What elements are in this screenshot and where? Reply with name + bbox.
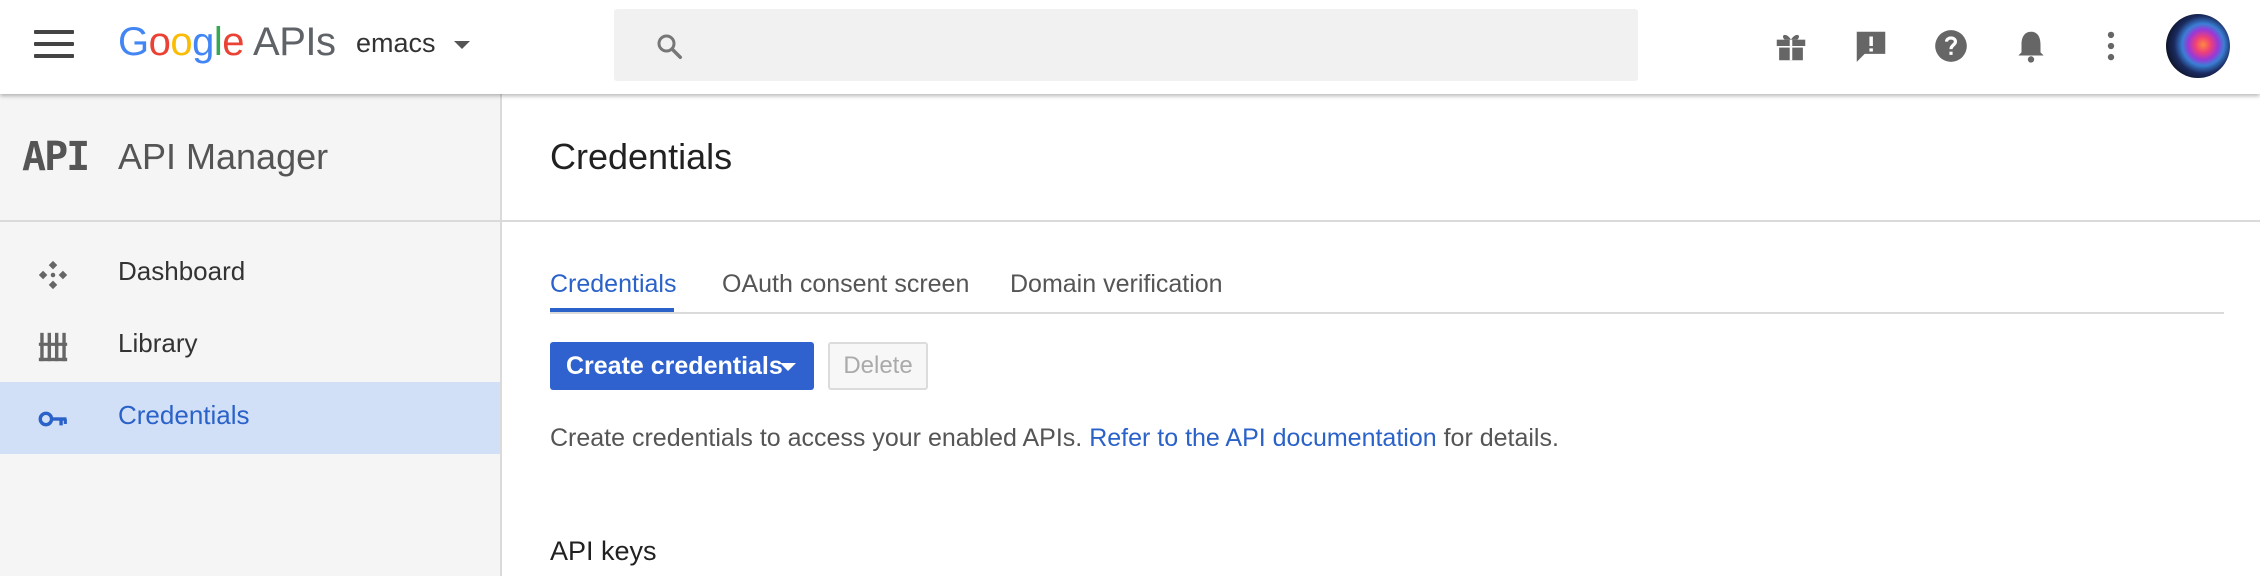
sidebar-item-label: Credentials — [118, 400, 250, 430]
project-selector[interactable]: emacs — [356, 28, 470, 59]
sidebar-item-label: Dashboard — [118, 256, 246, 286]
logo-letter: o — [148, 20, 171, 64]
help-icon[interactable] — [1932, 27, 1970, 65]
tab-credentials[interactable]: Credentials — [550, 270, 676, 299]
sidebar-header: API API Manager — [0, 94, 500, 222]
dashboard-icon — [38, 260, 68, 290]
api-keys-heading: API keys — [550, 536, 657, 566]
library-icon — [38, 332, 68, 362]
project-name: emacs — [356, 28, 436, 58]
google-apis-logo[interactable]: Google APIs — [118, 20, 336, 65]
key-icon — [38, 411, 67, 427]
tab-domain-verification[interactable]: Domain verification — [1010, 270, 1223, 299]
api-logo-icon: API — [22, 134, 90, 180]
sidebar-item-library[interactable]: Library — [0, 310, 500, 382]
more-vert-icon[interactable] — [2092, 27, 2130, 65]
create-credentials-label: Create credentials — [566, 352, 783, 380]
notifications-icon[interactable] — [2012, 27, 2050, 65]
top-app-bar: Google APIs emacs — [0, 0, 2260, 94]
logo-letter: G — [118, 20, 149, 64]
main-content: Credentials Credentials OAuth consent sc… — [502, 94, 2260, 576]
chevron-down-icon — [780, 363, 796, 371]
sidebar: API API Manager Dashboard Library Creden… — [0, 94, 502, 576]
logo-letter: g — [192, 20, 214, 64]
create-credentials-button[interactable]: Create credentials — [550, 342, 814, 390]
gift-icon[interactable] — [1772, 27, 1810, 65]
logo-letter: e — [222, 20, 245, 64]
feedback-icon[interactable] — [1852, 27, 1890, 65]
logo-letter: l — [213, 20, 223, 64]
search-icon — [657, 34, 682, 59]
delete-button[interactable]: Delete — [828, 342, 928, 390]
tab-oauth-consent-screen[interactable]: OAuth consent screen — [722, 270, 969, 299]
search-bar[interactable] — [614, 9, 1638, 81]
sidebar-item-label: Library — [118, 328, 198, 358]
page-header: Credentials — [502, 94, 2260, 222]
logo-letter: o — [170, 20, 193, 64]
sidebar-item-dashboard[interactable]: Dashboard — [0, 238, 500, 310]
api-documentation-link[interactable]: Refer to the API documentation — [1089, 424, 1436, 452]
sidebar-item-credentials[interactable]: Credentials — [0, 382, 500, 454]
avatar[interactable] — [2166, 14, 2230, 78]
menu-icon[interactable] — [34, 30, 74, 62]
chevron-down-icon — [453, 40, 470, 49]
sidebar-title: API Manager — [118, 136, 329, 177]
description-suffix: for details. — [1443, 424, 1559, 452]
tab-bar: Credentials OAuth consent screen Domain … — [550, 270, 2224, 314]
description-text: Create credentials to access your enable… — [550, 424, 1083, 452]
credentials-description: Create credentials to access your enable… — [550, 424, 1559, 453]
logo-suffix: APIs — [253, 20, 336, 64]
active-tab-indicator — [550, 308, 674, 312]
page-title: Credentials — [550, 136, 733, 177]
